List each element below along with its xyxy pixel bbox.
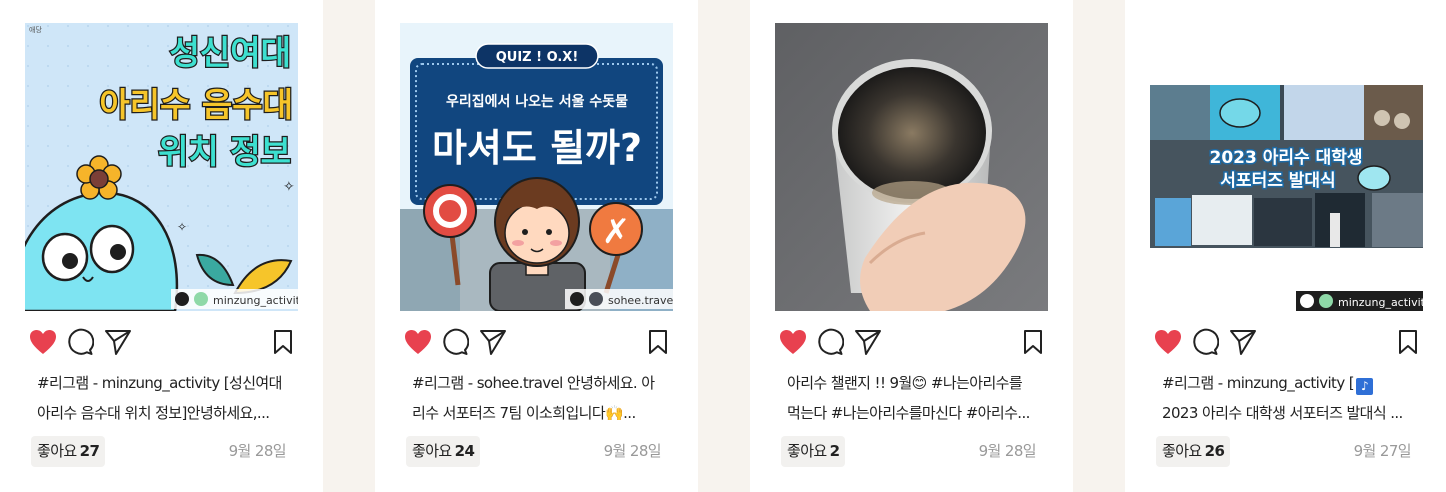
image-title-line2: 서포터즈 발대식 xyxy=(1220,171,1335,191)
bookmark-icon[interactable] xyxy=(1393,327,1423,357)
post-card[interactable]: 2023 아리수 대학생 서포터즈 발대식 minzung_activit #리… xyxy=(1125,0,1446,492)
likes-count: 2 xyxy=(829,442,840,460)
post-card[interactable]: 애당 성신여대 아리수 음수대 위치 정보 ✧ ✧ minzung_activi… xyxy=(0,0,323,492)
caption-line: 먹는다 #나는아리수를마신다 #아리수... xyxy=(787,404,1030,422)
post-caption: #리그램 - sohee.travel 안녕하세요. 아 리수 서포터즈 7팀 … xyxy=(412,368,664,428)
caption-line: 아리수 음수대 위치 정보]안녕하세요,... xyxy=(37,404,270,422)
post-card[interactable]: QUIZ ! O.X! 우리집에서 나오는 서울 수돗물 마셔도 될까? ✗ s… xyxy=(375,0,698,492)
svg-text:✧: ✧ xyxy=(177,220,187,234)
likes-badge: 좋아요 27 xyxy=(31,436,106,467)
svg-text:✧: ✧ xyxy=(283,179,295,195)
share-icon[interactable] xyxy=(853,327,883,357)
likes-badge: 좋아요 26 xyxy=(1156,436,1231,467)
post-actions xyxy=(775,327,1048,359)
account-tag: minzung_activit xyxy=(213,294,298,307)
bookmark-icon[interactable] xyxy=(1018,327,1048,357)
heart-icon[interactable] xyxy=(403,327,433,357)
post-actions xyxy=(25,327,298,359)
likes-label: 좋아요 xyxy=(787,442,827,460)
comment-icon[interactable] xyxy=(65,327,95,357)
post-date: 9월 28일 xyxy=(603,442,662,460)
post-caption: 아리수 챌랜지 !! 9월😊 #나는아리수를 먹는다 #나는아리수를마신다 #아… xyxy=(787,368,1039,428)
bookmark-icon[interactable] xyxy=(643,327,673,357)
caption-line: 아리수 챌랜지 !! 9월😊 #나는아리수를 xyxy=(787,374,1023,392)
share-icon[interactable] xyxy=(103,327,133,357)
caption-line: #리그램 - minzung_activity [성신여대 xyxy=(37,374,282,392)
caption-line: #리그램 - minzung_activity [♪ xyxy=(1162,368,1414,398)
heart-icon[interactable] xyxy=(28,327,58,357)
likes-count: 27 xyxy=(79,442,100,460)
heart-icon[interactable] xyxy=(1153,327,1183,357)
comment-icon[interactable] xyxy=(440,327,470,357)
comment-icon[interactable] xyxy=(1190,327,1220,357)
image-subtitle: 우리집에서 나오는 서울 수돗물 xyxy=(446,93,628,110)
image-title-line3: 위치 정보 xyxy=(158,132,291,171)
post-actions xyxy=(1150,327,1423,359)
quiz-label: QUIZ ! O.X! xyxy=(496,50,579,65)
image-title-line1: 2023 아리수 대학생 xyxy=(1210,148,1363,168)
share-icon[interactable] xyxy=(478,327,508,357)
caption-line: 2023 아리수 대학생 서포터즈 발대식 ... xyxy=(1162,404,1403,422)
post-actions xyxy=(400,327,673,359)
likes-label: 좋아요 xyxy=(37,442,77,460)
comment-icon[interactable] xyxy=(815,327,845,357)
post-date: 9월 28일 xyxy=(228,442,287,460)
post-card[interactable]: 아리수 챌랜지 !! 9월😊 #나는아리수를 먹는다 #나는아리수를마신다 #아… xyxy=(750,0,1073,492)
image-title-line1: 성신여대 xyxy=(170,33,291,72)
post-caption: #리그램 - minzung_activity [♪ 2023 아리수 대학생 … xyxy=(1162,368,1414,428)
bookmark-icon[interactable] xyxy=(268,327,298,357)
post-caption: #리그램 - minzung_activity [성신여대 아리수 음수대 위치… xyxy=(37,368,289,428)
post-image[interactable]: 2023 아리수 대학생 서포터즈 발대식 minzung_activit xyxy=(1150,23,1423,311)
share-icon[interactable] xyxy=(1228,327,1258,357)
image-title: 마셔도 될까? xyxy=(432,126,642,170)
likes-label: 좋아요 xyxy=(412,442,452,460)
post-date: 9월 27일 xyxy=(1353,442,1412,460)
svg-text:✗: ✗ xyxy=(602,212,631,252)
likes-badge: 좋아요 24 xyxy=(406,436,481,467)
post-image[interactable]: QUIZ ! O.X! 우리집에서 나오는 서울 수돗물 마셔도 될까? ✗ s… xyxy=(400,23,673,311)
account-tag: minzung_activit xyxy=(1338,296,1423,309)
music-icon: ♪ xyxy=(1356,378,1374,395)
likes-count: 26 xyxy=(1204,442,1225,460)
caption-line: #리그램 - sohee.travel 안녕하세요. 아 xyxy=(412,374,655,392)
image-title-line2: 아리수 음수대 xyxy=(99,85,293,124)
post-image[interactable] xyxy=(775,23,1048,311)
caption-line: 리수 서포터즈 7팀 이소희입니다🙌... xyxy=(412,404,636,422)
corner-mark: 애당 xyxy=(29,25,42,34)
account-tag: sohee.trave xyxy=(608,294,673,307)
likes-count: 24 xyxy=(454,442,475,460)
likes-badge: 좋아요 2 xyxy=(781,436,846,467)
post-date: 9월 28일 xyxy=(978,442,1037,460)
post-image[interactable]: 애당 성신여대 아리수 음수대 위치 정보 ✧ ✧ minzung_activi… xyxy=(25,23,298,311)
heart-icon[interactable] xyxy=(778,327,808,357)
likes-label: 좋아요 xyxy=(1162,442,1202,460)
